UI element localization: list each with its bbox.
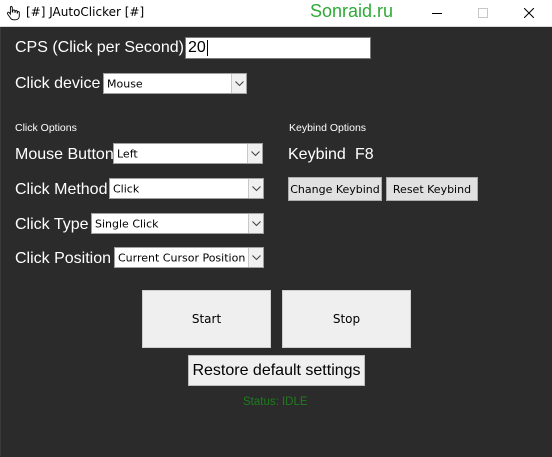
click-options-heading: Click Options bbox=[15, 122, 77, 134]
window-title: [#] JAutoClicker [#] bbox=[26, 5, 145, 19]
chevron-down-icon bbox=[248, 248, 263, 267]
main-panel: CPS (Click per Second) 20 Click device M… bbox=[0, 27, 552, 456]
watermark-text: Sonraid.ru bbox=[310, 1, 394, 21]
click-type-label: Click Type bbox=[15, 216, 89, 233]
click-method-select[interactable]: Click bbox=[109, 178, 264, 199]
click-position-label: Click Position bbox=[15, 250, 112, 267]
change-keybind-button[interactable]: Change Keybind bbox=[288, 177, 382, 201]
cps-input[interactable]: 20 bbox=[185, 37, 371, 59]
chevron-down-icon bbox=[231, 74, 246, 93]
hand-cursor-icon bbox=[5, 5, 21, 21]
status-text: Status: IDLE bbox=[243, 396, 308, 408]
reset-keybind-button[interactable]: Reset Keybind bbox=[386, 177, 478, 201]
click-device-value: Mouse bbox=[107, 77, 143, 90]
keybind-label: Keybind bbox=[288, 146, 346, 163]
mouse-button-label: Mouse Button bbox=[15, 146, 114, 163]
restore-defaults-button[interactable]: Restore default settings bbox=[188, 355, 365, 386]
click-type-value: Single Click bbox=[95, 217, 159, 230]
click-position-value: Current Cursor Position bbox=[118, 251, 246, 264]
chevron-down-icon bbox=[247, 144, 262, 163]
mouse-button-select[interactable]: Left bbox=[113, 143, 263, 164]
cps-value: 20 bbox=[188, 39, 206, 56]
close-button[interactable] bbox=[506, 0, 552, 26]
maximize-button[interactable] bbox=[460, 0, 506, 26]
chevron-down-icon bbox=[248, 179, 263, 198]
mouse-button-value: Left bbox=[117, 147, 138, 160]
minimize-icon bbox=[432, 13, 442, 14]
click-method-label: Click Method bbox=[15, 181, 108, 198]
keybind-options-heading: Keybind Options bbox=[289, 122, 367, 134]
maximize-icon bbox=[478, 8, 488, 18]
title-bar[interactable]: [#] JAutoClicker [#] Sonraid.ru bbox=[0, 0, 552, 27]
click-device-label: Click device bbox=[15, 75, 101, 92]
cps-label: CPS (Click per Second) bbox=[15, 39, 184, 56]
keybind-value: F8 bbox=[355, 146, 374, 163]
start-button[interactable]: Start bbox=[142, 290, 271, 348]
chevron-down-icon bbox=[248, 214, 263, 233]
click-method-value: Click bbox=[113, 182, 140, 195]
click-type-select[interactable]: Single Click bbox=[91, 213, 264, 234]
close-icon bbox=[524, 8, 534, 18]
click-device-select[interactable]: Mouse bbox=[103, 73, 247, 94]
stop-button[interactable]: Stop bbox=[282, 290, 411, 348]
click-position-select[interactable]: Current Cursor Position bbox=[114, 247, 264, 268]
minimize-button[interactable] bbox=[414, 0, 460, 26]
text-caret bbox=[206, 39, 208, 56]
